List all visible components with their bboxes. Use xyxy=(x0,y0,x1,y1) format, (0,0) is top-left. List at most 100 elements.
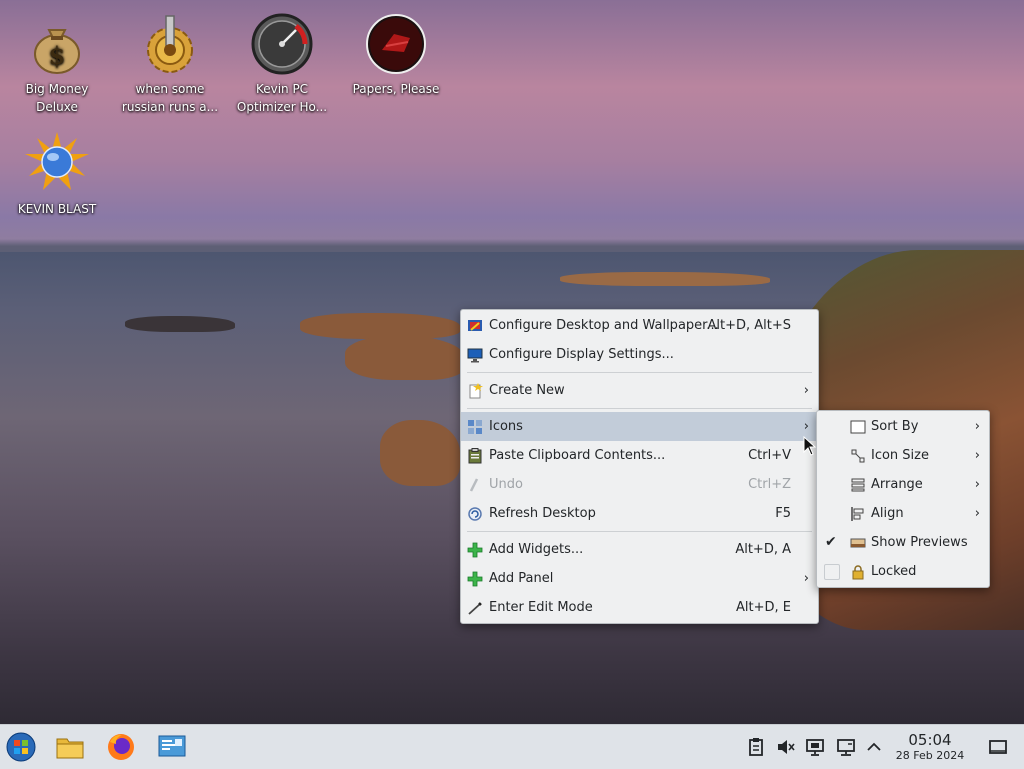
submenu-item-align[interactable]: Align › xyxy=(817,499,989,528)
plus-icon xyxy=(467,571,483,587)
menu-item-label: Paste Clipboard Contents... xyxy=(489,448,666,463)
sun-globe-icon xyxy=(25,132,89,190)
show-desktop-icon[interactable] xyxy=(988,737,1008,757)
menu-item-label: Undo xyxy=(489,477,523,492)
firefox-icon[interactable] xyxy=(106,732,136,762)
menu-item-shortcut: Alt+D, Alt+S xyxy=(707,318,791,333)
menu-item-label: Show Previews xyxy=(871,535,968,550)
undo-icon xyxy=(469,478,479,492)
submenu-arrow-icon: › xyxy=(974,448,980,463)
menu-item-label: Align xyxy=(871,506,904,521)
menu-item-refresh-desktop[interactable]: Refresh Desktop F5 xyxy=(461,499,818,528)
network-tray-icon[interactable] xyxy=(836,737,856,757)
submenu-item-icon-size[interactable]: Icon Size › xyxy=(817,441,989,470)
display-settings-icon xyxy=(467,348,483,363)
system-settings-icon[interactable] xyxy=(157,732,187,762)
clock-time: 05:04 xyxy=(908,731,952,749)
desktop-icon-papers-please[interactable]: Papers, Please xyxy=(344,4,448,98)
menu-separator xyxy=(467,372,812,373)
submenu-arrow-icon: › xyxy=(974,477,980,492)
clipboard-icon xyxy=(468,448,482,464)
checkmark-icon: ✔ xyxy=(825,534,837,550)
sort-icon xyxy=(850,420,866,434)
menu-item-shortcut: Ctrl+Z xyxy=(748,477,791,492)
align-icon xyxy=(851,507,864,521)
menu-item-label: Refresh Desktop xyxy=(489,506,596,521)
menu-item-label: Enter Edit Mode xyxy=(489,600,593,615)
menu-item-undo[interactable]: Undo Ctrl+Z xyxy=(461,470,818,499)
desktop-icon-big-money-deluxe[interactable]: $ Big Money Deluxe xyxy=(5,4,109,116)
menu-separator xyxy=(467,408,812,409)
file-manager-folder-icon[interactable] xyxy=(55,732,85,762)
clock[interactable]: 05:04 28 Feb 2024 xyxy=(884,731,976,763)
desktop-icon-russian[interactable]: when some russian runs a... xyxy=(118,4,222,116)
menu-item-paste-clipboard[interactable]: Paste Clipboard Contents... Ctrl+V xyxy=(461,441,818,470)
menu-item-icons[interactable]: Icons › xyxy=(461,412,818,441)
icons-submenu: Sort By › Icon Size › Arrange › Align › … xyxy=(816,410,990,588)
menu-item-label: Add Panel xyxy=(489,571,554,586)
menu-item-configure-desktop[interactable]: Configure Desktop and Wallpaper... Alt+D… xyxy=(461,311,818,340)
volume-muted-icon[interactable] xyxy=(776,737,796,757)
submenu-item-show-previews[interactable]: ✔ Show Previews xyxy=(817,528,989,557)
desktop-icon-label: Papers, Please xyxy=(352,82,440,96)
menu-item-label: Icons xyxy=(489,419,523,434)
menu-item-label: Add Widgets... xyxy=(489,542,584,557)
icons-grid-icon xyxy=(468,420,482,434)
locked-checkbox[interactable] xyxy=(824,564,840,580)
speedometer-icon xyxy=(251,13,313,75)
wallpaper-rock xyxy=(345,336,465,380)
money-bag-icon: $ xyxy=(34,29,80,74)
taskbar: 05:04 28 Feb 2024 xyxy=(0,724,1024,769)
menu-item-label: Sort By xyxy=(871,419,919,434)
desktop-icon-kevin-blast[interactable]: KEVIN BLAST xyxy=(5,124,109,218)
submenu-arrow-icon: › xyxy=(803,383,809,398)
papers-please-icon xyxy=(366,14,426,74)
menu-item-label: Locked xyxy=(871,564,917,579)
menu-item-shortcut: Alt+D, A xyxy=(735,542,791,557)
mouse-cursor-icon xyxy=(803,436,817,456)
menu-item-add-panel[interactable]: Add Panel › xyxy=(461,564,818,593)
submenu-arrow-icon: › xyxy=(974,506,980,521)
desktop-context-menu: Configure Desktop and Wallpaper... Alt+D… xyxy=(460,309,819,624)
menu-item-shortcut: Ctrl+V xyxy=(748,448,791,463)
menu-item-label: Arrange xyxy=(871,477,923,492)
desktop-icon-label: KEVIN BLAST xyxy=(17,202,97,216)
display-tray-icon[interactable] xyxy=(805,737,825,757)
desktop-icon-label: when some russian runs a... xyxy=(121,82,219,114)
svg-text:$: $ xyxy=(49,41,66,70)
menu-item-shortcut: Alt+D, E xyxy=(736,600,791,615)
wallpaper-rock xyxy=(560,272,770,286)
clock-date: 28 Feb 2024 xyxy=(895,749,965,762)
refresh-icon xyxy=(468,507,482,521)
wallpaper-rock xyxy=(380,420,460,486)
plus-icon xyxy=(467,542,483,558)
submenu-item-arrange[interactable]: Arrange › xyxy=(817,470,989,499)
clipboard-tray-icon[interactable] xyxy=(746,737,766,757)
wallpaper-rock xyxy=(125,316,235,332)
menu-item-add-widgets[interactable]: Add Widgets... Alt+D, A xyxy=(461,535,818,564)
submenu-arrow-icon: › xyxy=(803,571,809,586)
menu-item-label: Icon Size xyxy=(871,448,929,463)
submenu-item-locked[interactable]: Locked xyxy=(817,557,989,586)
configure-desktop-icon xyxy=(468,320,482,331)
icon-size-icon xyxy=(851,449,865,463)
start-menu-button[interactable] xyxy=(6,732,36,762)
menu-item-configure-display[interactable]: Configure Display Settings... xyxy=(461,340,818,369)
preview-icon xyxy=(850,538,866,548)
wallpaper-rock xyxy=(300,313,460,339)
submenu-arrow-icon: › xyxy=(974,419,980,434)
desktop-icon-label: Big Money Deluxe xyxy=(25,82,89,114)
chevron-up-icon[interactable] xyxy=(864,737,884,757)
submenu-item-sort-by[interactable]: Sort By › xyxy=(817,412,989,441)
lock-icon xyxy=(852,565,864,580)
arrange-icon xyxy=(851,478,865,492)
menu-item-create-new[interactable]: Create New › xyxy=(461,376,818,405)
desktop-icon-label: Kevin PC Optimizer Ho... xyxy=(236,82,328,114)
menu-separator xyxy=(467,531,812,532)
desktop-icon-kevin-pc-optimizer[interactable]: Kevin PC Optimizer Ho... xyxy=(230,4,334,116)
gear-icon xyxy=(147,15,193,73)
menu-item-enter-edit-mode[interactable]: Enter Edit Mode Alt+D, E xyxy=(461,593,818,622)
menu-item-label: Create New xyxy=(489,383,565,398)
edit-pen-icon xyxy=(468,602,482,615)
menu-item-label: Configure Display Settings... xyxy=(489,347,674,362)
